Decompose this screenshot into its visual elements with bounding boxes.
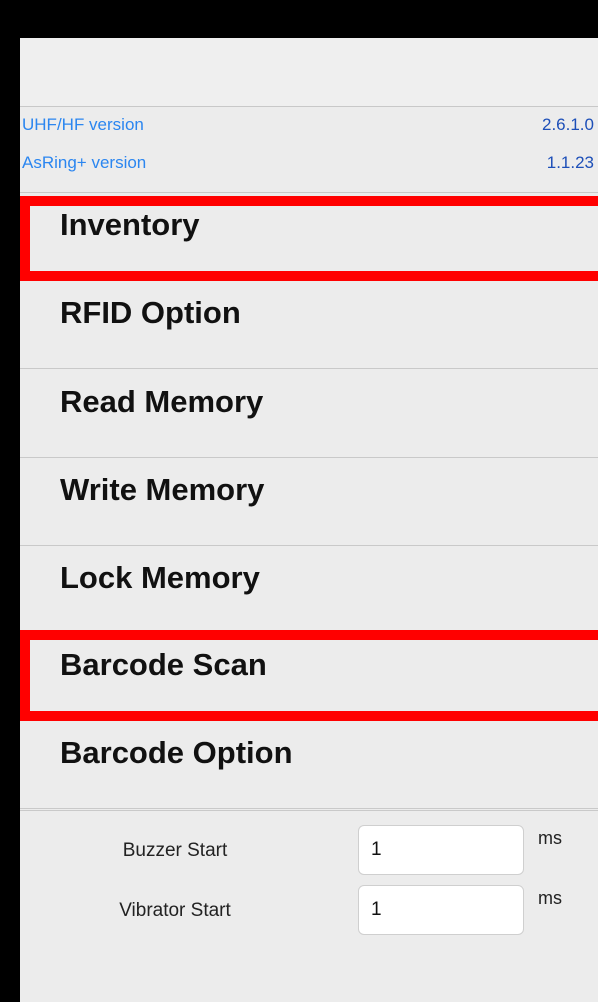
buzzer-start-label: Buzzer Start (122, 840, 228, 861)
navigation-bar (20, 38, 598, 107)
vibrator-start-row: Vibrator Start ms (20, 885, 598, 937)
menu-item-label: Write Memory (60, 472, 265, 507)
menu-item-write-memory[interactable]: Write Memory (20, 458, 598, 546)
uhf-hf-version-label: UHF/HF version (22, 115, 144, 134)
uhf-hf-version-row: UHF/HF version 2.6.1.0 (20, 112, 598, 138)
options-divider (20, 810, 598, 811)
status-bar (20, 0, 598, 38)
menu-item-label: Lock Memory (60, 560, 260, 595)
vibrator-unit-label: ms (538, 888, 562, 908)
menu-item-rfid-option[interactable]: RFID Option (20, 281, 598, 369)
app-screen: UHF/HF version 2.6.1.0 AsRing+ version 1… (20, 0, 598, 1002)
buzzer-start-input[interactable] (358, 825, 524, 875)
menu-item-label: RFID Option (60, 295, 241, 330)
uhf-hf-version-value: 2.6.1.0 (542, 115, 594, 134)
menu-item-label: Barcode Option (60, 735, 293, 770)
vibrator-start-label: Vibrator Start (119, 900, 231, 921)
menu-item-lock-memory[interactable]: Lock Memory (20, 546, 598, 634)
asring-version-label: AsRing+ version (22, 153, 147, 172)
menu-item-label: Read Memory (60, 384, 264, 419)
asring-version-value: 1.1.23 (546, 153, 594, 172)
asring-version-row: AsRing+ version 1.1.23 (20, 150, 598, 176)
buzzer-start-row: Buzzer Start ms (20, 825, 598, 877)
inventory-highlight-box (20, 196, 598, 281)
buzzer-unit-label: ms (538, 828, 562, 848)
barcode-scan-highlight-box (20, 630, 598, 721)
menu-item-read-memory[interactable]: Read Memory (20, 370, 598, 458)
vibrator-start-input[interactable] (358, 885, 524, 935)
menu-item-barcode-option[interactable]: Barcode Option (20, 721, 598, 809)
